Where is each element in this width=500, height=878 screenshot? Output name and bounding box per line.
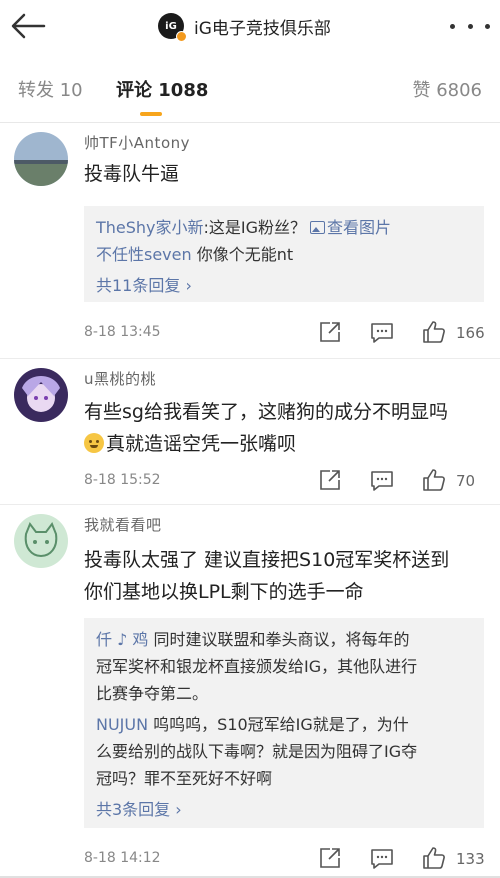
account-avatar[interactable]: iG (158, 13, 187, 42)
share-icon[interactable] (318, 320, 342, 344)
thumbs-up-icon[interactable] (422, 320, 446, 344)
reply-item: 不任性seven 你像个无能nt (96, 241, 472, 268)
reply-text-line: 么要给别的战队下毒啊？就是因为阻碍了IG夺 (96, 742, 418, 761)
comment-text: 有些sg给我看笑了，这赌狗的成分不明显吗 真就造谣空凭一张嘴呗 (84, 396, 484, 460)
reply-box[interactable]: 仟 ♪ 鸡 同时建议联盟和拳头商议，将每年的 冠军奖杯和银龙杯直接颁发给IG，其… (84, 618, 484, 828)
picture-icon (310, 221, 326, 234)
avatar[interactable] (14, 368, 68, 422)
more-replies-link[interactable]: 共3条回复 › (96, 796, 472, 823)
reply-text: 你像个无能nt (191, 245, 294, 264)
like-count: 70 (456, 472, 476, 490)
reply-text-line: 冠吗？罪不至死好不好啊 (96, 769, 273, 788)
verified-badge-icon (176, 31, 187, 42)
back-arrow-icon[interactable] (10, 12, 46, 40)
reply-text: 同时建议联盟和拳头商议，将每年的 (148, 630, 410, 649)
tab-repost[interactable]: 转发 10 (18, 76, 83, 102)
active-tab-indicator (140, 112, 162, 116)
comment-text-line: 投毒队太强了 建议直接把S10冠军奖杯送到 (84, 549, 450, 571)
thumbs-up-icon[interactable] (422, 468, 446, 492)
comment-time: 8-18 14:12 (84, 850, 161, 866)
share-icon[interactable] (318, 468, 342, 492)
smile-emoji-icon (84, 433, 104, 453)
comment-footer: 8-18 13:45 166 (84, 318, 485, 348)
reply-text-line: 冠军奖杯和银龙杯直接颁发给IG，其他队进行 (96, 657, 418, 676)
comment-author[interactable]: 我就看看吧 (84, 514, 162, 535)
comment-text-line: 你们基地以换LPL剩下的选手一命 (84, 581, 364, 603)
comment-time: 8-18 13:45 (84, 324, 161, 340)
comment-author[interactable]: u黑桃的桃 (84, 368, 156, 389)
share-icon[interactable] (318, 846, 342, 870)
reply-author[interactable]: 不任性seven (96, 245, 192, 264)
reply-item: NUJUN 呜呜呜，S10冠军给IG就是了，为什 (96, 711, 472, 738)
comment-footer: 8-18 15:52 70 (84, 466, 484, 496)
reply-item: 仟 ♪ 鸡 同时建议联盟和拳头商议，将每年的 (96, 626, 472, 653)
tab-comment[interactable]: 评论 1088 (116, 76, 208, 102)
comment-item: u黑桃的桃 有些sg给我看笑了，这赌狗的成分不明显吗 真就造谣空凭一张嘴呗 8-… (0, 358, 500, 504)
avatar[interactable] (14, 132, 68, 186)
thumbs-up-icon[interactable] (422, 846, 446, 870)
account-logo-text: iG (165, 20, 177, 32)
comment-icon[interactable] (370, 468, 394, 492)
comment-footer: 8-18 14:12 133 (84, 844, 485, 874)
comment-time: 8-18 15:52 (84, 472, 161, 488)
comment-text-line: 有些sg给我看笑了，这赌狗的成分不明显吗 (84, 401, 448, 423)
reply-text: 呜呜呜，S10冠军给IG就是了，为什 (148, 715, 409, 734)
comment-text: 投毒队牛逼 (84, 163, 180, 185)
comment-item: 帅TF小Antony 投毒队牛逼 TheShy家小新:这是IG粉丝？ 查看图片 不… (0, 122, 500, 358)
account-title[interactable]: iG iG电子竞技俱乐部 (158, 8, 331, 44)
tab-bar: 转发 10 评论 1088 赞 6806 (0, 52, 500, 122)
comment-icon[interactable] (370, 846, 394, 870)
reply-author[interactable]: TheShy家小新 (96, 218, 204, 237)
reply-author[interactable]: NUJUN (96, 715, 148, 734)
comment-icon[interactable] (370, 320, 394, 344)
top-bar: iG iG电子竞技俱乐部 (0, 0, 500, 52)
reply-text: :这是IG粉丝？ (203, 218, 307, 237)
more-dots-icon[interactable] (450, 14, 490, 38)
comment-author[interactable]: 帅TF小Antony (84, 132, 190, 153)
reply-box[interactable]: TheShy家小新:这是IG粉丝？ 查看图片 不任性seven 你像个无能nt 共… (84, 206, 484, 302)
page-title: iG电子竞技俱乐部 (194, 18, 331, 39)
comment-text-fragment: 真就造谣空凭一张嘴呗 (106, 433, 297, 455)
reply-item: TheShy家小新:这是IG粉丝？ 查看图片 (96, 214, 472, 241)
reply-text-line: 比赛争夺第二。 (96, 684, 209, 703)
avatar[interactable] (14, 514, 68, 568)
more-replies-link[interactable]: 共11条回复 › (96, 272, 472, 299)
comment-text: 投毒队太强了 建议直接把S10冠军奖杯送到 你们基地以换LPL剩下的选手一命 (84, 544, 484, 608)
comment-text-line: 真就造谣空凭一张嘴呗 (84, 428, 484, 460)
reply-author[interactable]: 仟 ♪ 鸡 (96, 630, 148, 649)
view-image-link[interactable]: 查看图片 (327, 218, 391, 237)
like-count: 133 (456, 850, 485, 868)
like-count: 166 (456, 324, 485, 342)
comment-item: 我就看看吧 投毒队太强了 建议直接把S10冠军奖杯送到 你们基地以换LPL剩下的… (0, 504, 500, 876)
tab-like[interactable]: 赞 6806 (412, 76, 482, 102)
